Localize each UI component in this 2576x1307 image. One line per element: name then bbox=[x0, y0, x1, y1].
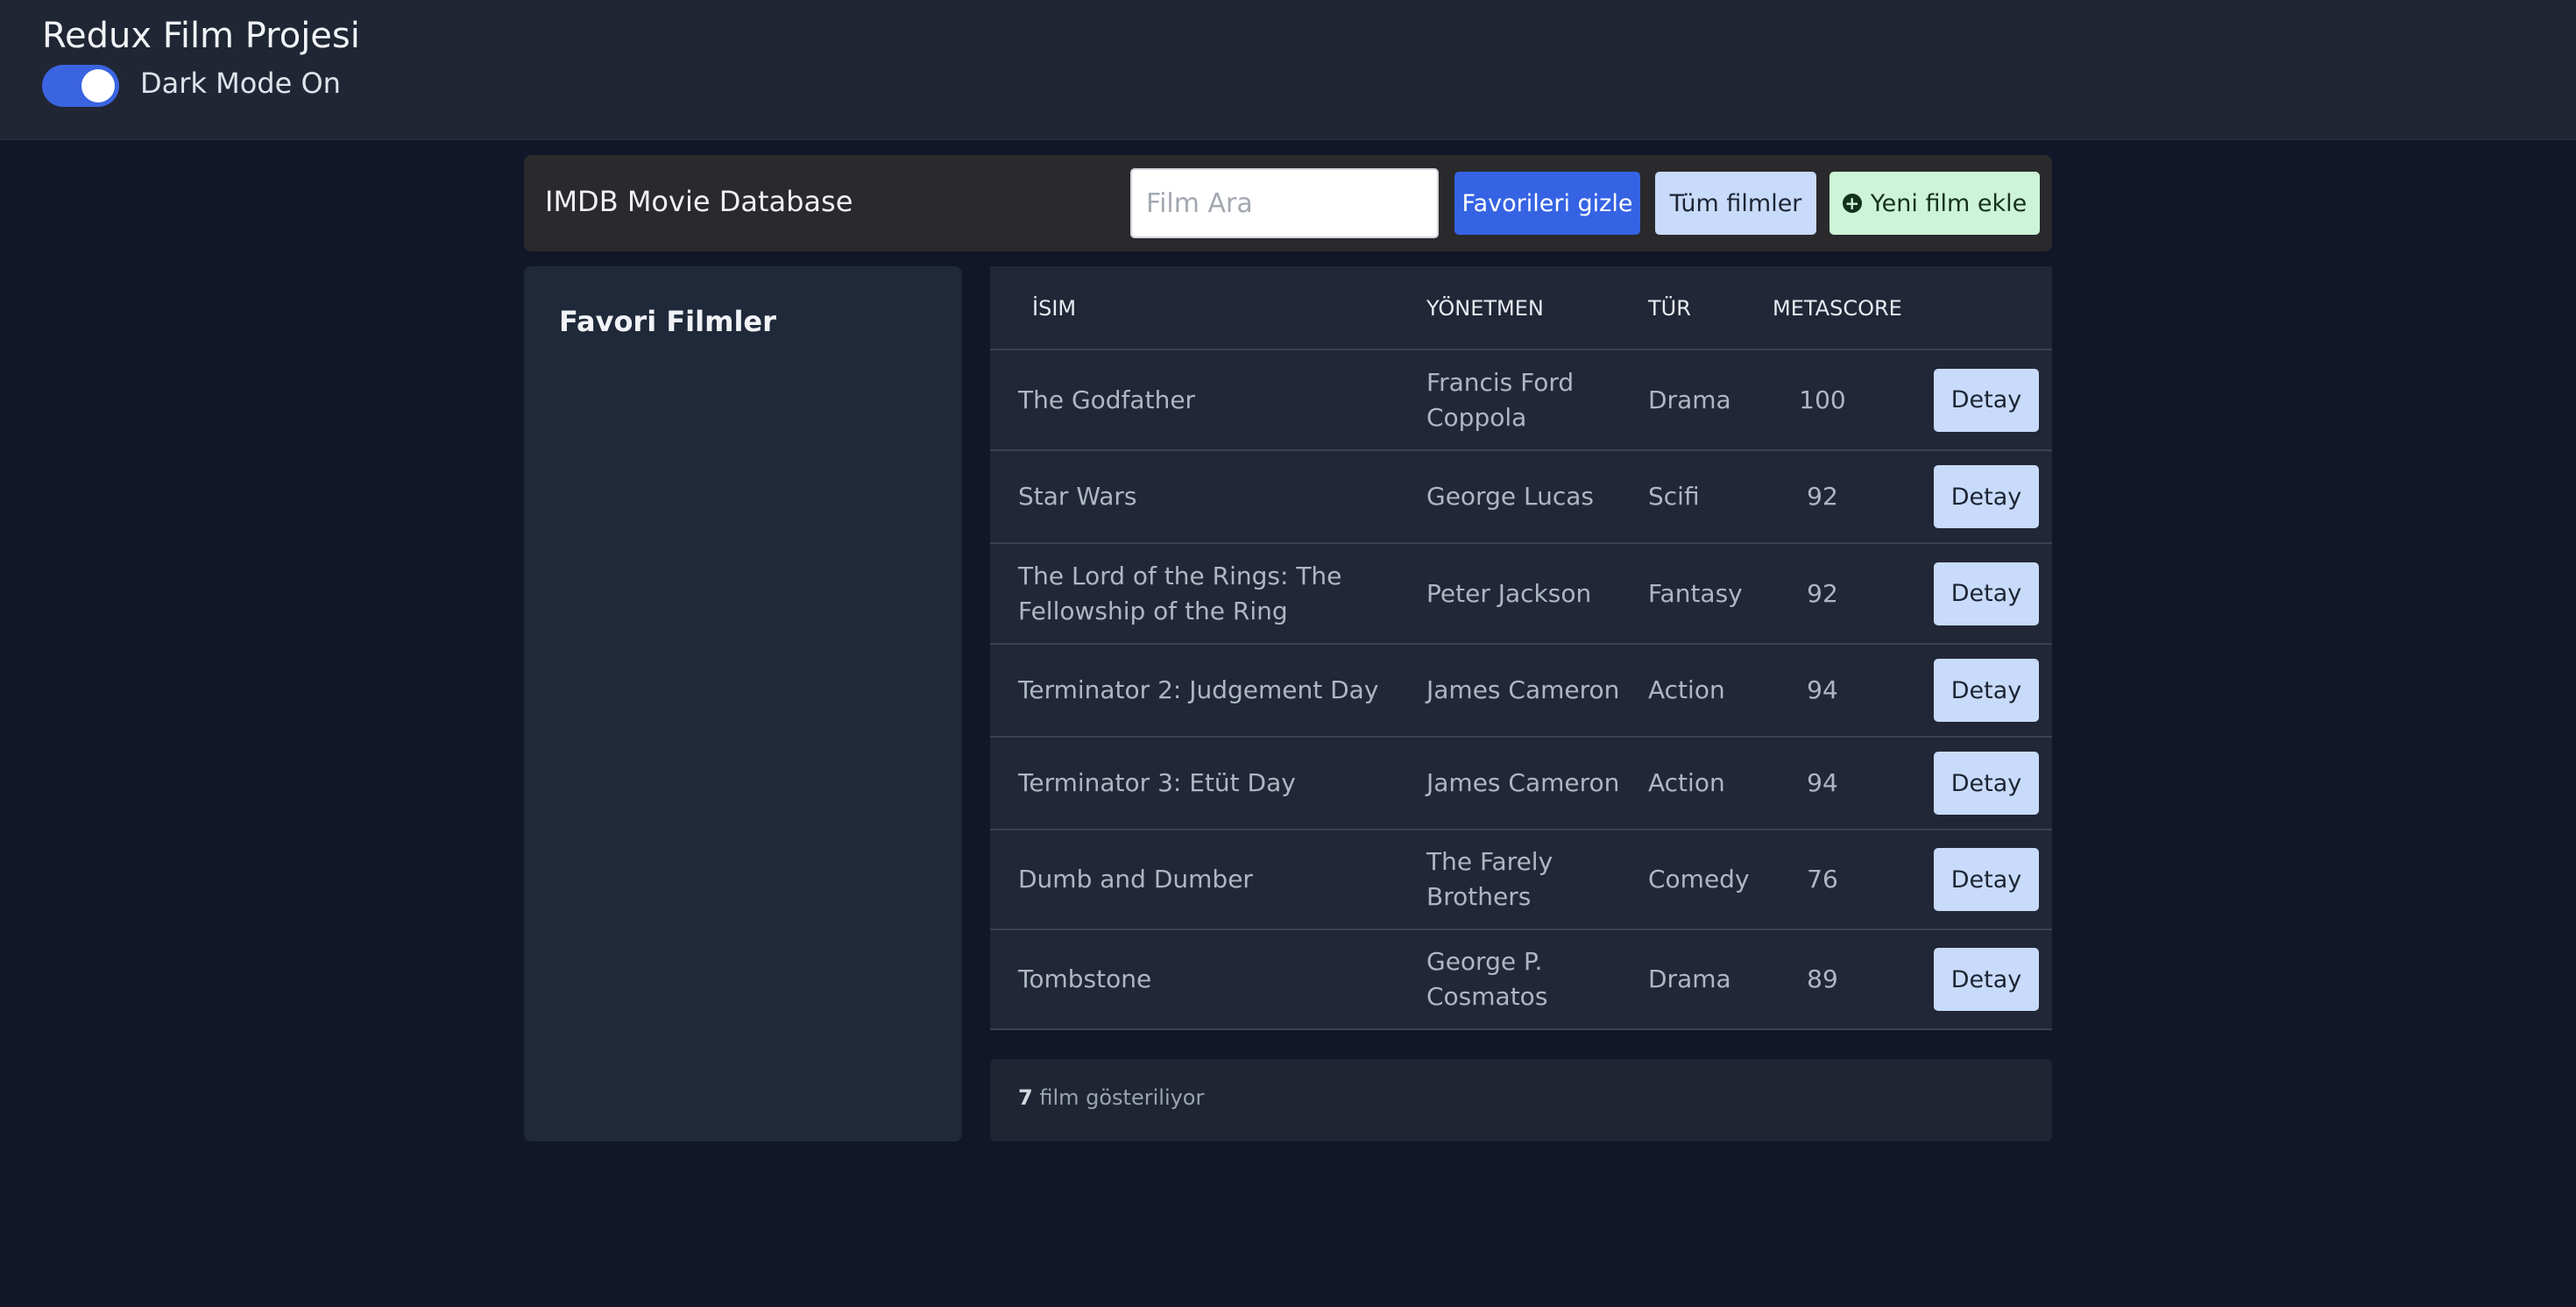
movie-metascore: 76 bbox=[1807, 865, 1838, 894]
movie-director: Francis Ford Coppola bbox=[1426, 367, 1575, 432]
hide-favorites-button[interactable]: Favorileri gizle bbox=[1454, 172, 1640, 235]
movie-genre: Drama bbox=[1648, 385, 1731, 414]
header-metascore: METASCORE bbox=[1773, 296, 1902, 321]
movie-name: Tombstone bbox=[1018, 964, 1152, 993]
movie-count-label: film gösteriliyor bbox=[1039, 1085, 1205, 1110]
movie-director: James Cameron bbox=[1426, 768, 1620, 797]
movie-name: The Lord of the Rings: The Fellowship of… bbox=[1018, 561, 1342, 625]
movie-metascore: 92 bbox=[1807, 578, 1838, 608]
table-row: Terminator 2: Judgement Day James Camero… bbox=[990, 645, 2052, 738]
top-bar: Redux Film Projesi Dark Mode On bbox=[0, 0, 2576, 140]
movie-name: Star Wars bbox=[1018, 482, 1137, 511]
plus-circle-icon: + bbox=[1842, 194, 1862, 213]
detail-button[interactable]: Detay bbox=[1934, 948, 2039, 1011]
add-movie-label: Yeni film ekle bbox=[1870, 189, 2028, 217]
movie-director: Peter Jackson bbox=[1426, 578, 1592, 608]
movie-count-text: 7 film gösteriliyor bbox=[1018, 1085, 1204, 1110]
dark-mode-toggle[interactable] bbox=[42, 65, 119, 107]
movies-table: İSIM YÖNETMEN TÜR METASCORE The Godfathe… bbox=[990, 266, 2052, 1030]
table-row: The Godfather Francis Ford Coppola Drama… bbox=[990, 350, 2052, 451]
favorites-panel: Favori Filmler bbox=[524, 266, 962, 1141]
movie-genre: Action bbox=[1648, 768, 1725, 797]
table-row: The Lord of the Rings: The Fellowship of… bbox=[990, 544, 2052, 645]
favorites-title: Favori Filmler bbox=[559, 305, 776, 338]
add-movie-button[interactable]: + Yeni film ekle bbox=[1829, 172, 2040, 235]
table-row: Star Wars George Lucas Scifi 92 Detay bbox=[990, 451, 2052, 544]
app-title: Redux Film Projesi bbox=[42, 16, 360, 56]
header-name: İSIM bbox=[1032, 296, 1077, 321]
movie-genre: Action bbox=[1648, 675, 1725, 704]
database-title: IMDB Movie Database bbox=[545, 185, 853, 218]
search-input[interactable] bbox=[1130, 168, 1439, 238]
table-row: Dumb and Dumber The Farely Brothers Come… bbox=[990, 830, 2052, 930]
movie-name: The Godfather bbox=[1018, 385, 1196, 414]
detail-button[interactable]: Detay bbox=[1934, 752, 2039, 815]
toggle-knob bbox=[81, 69, 115, 102]
movie-genre: Comedy bbox=[1648, 865, 1750, 894]
movie-name: Terminator 3: Etüt Day bbox=[1018, 768, 1296, 797]
header-director: YÖNETMEN bbox=[1426, 296, 1544, 321]
table-row: Tombstone George P. Cosmatos Drama 89 De… bbox=[990, 930, 2052, 1030]
movie-director: George Lucas bbox=[1426, 482, 1594, 511]
detail-button[interactable]: Detay bbox=[1934, 848, 2039, 911]
movie-director: James Cameron bbox=[1426, 675, 1620, 704]
movie-metascore: 100 bbox=[1799, 385, 1846, 414]
navbar: IMDB Movie Database Favorileri gizle Tüm… bbox=[524, 155, 2052, 251]
header-genre: TÜR bbox=[1648, 296, 1691, 321]
table-row: Terminator 3: Etüt Day James Cameron Act… bbox=[990, 738, 2052, 830]
movie-count-footer: 7 film gösteriliyor bbox=[990, 1059, 2052, 1141]
detail-button[interactable]: Detay bbox=[1934, 368, 2039, 432]
movie-metascore: 94 bbox=[1807, 768, 1838, 797]
detail-button[interactable]: Detay bbox=[1934, 659, 2039, 722]
movie-genre: Drama bbox=[1648, 964, 1731, 993]
movie-name: Terminator 2: Judgement Day bbox=[1018, 675, 1379, 704]
dark-mode-label: Dark Mode On bbox=[140, 67, 341, 100]
movie-genre: Fantasy bbox=[1648, 578, 1743, 608]
detail-button[interactable]: Detay bbox=[1934, 562, 2039, 625]
detail-button[interactable]: Detay bbox=[1934, 465, 2039, 528]
movie-count: 7 bbox=[1018, 1085, 1033, 1110]
movie-director: The Farely Brothers bbox=[1426, 847, 1553, 911]
movie-director: George P. Cosmatos bbox=[1426, 947, 1548, 1011]
table-header: İSIM YÖNETMEN TÜR METASCORE bbox=[990, 266, 2052, 350]
movie-metascore: 92 bbox=[1807, 482, 1838, 511]
movie-name: Dumb and Dumber bbox=[1018, 865, 1253, 894]
movie-genre: Scifi bbox=[1648, 482, 1700, 511]
movie-metascore: 94 bbox=[1807, 675, 1838, 704]
all-movies-button[interactable]: Tüm filmler bbox=[1655, 172, 1816, 235]
movie-metascore: 89 bbox=[1807, 964, 1838, 993]
